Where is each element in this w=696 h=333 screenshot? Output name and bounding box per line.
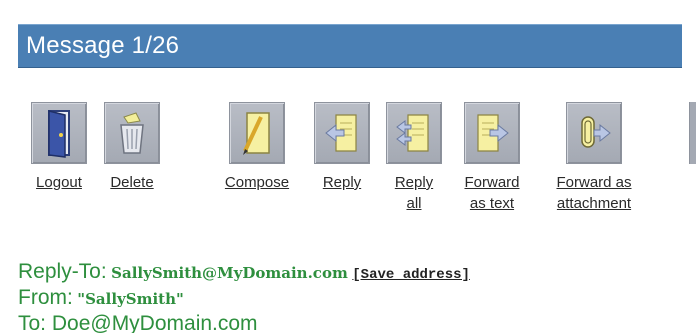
message-toolbar: Logout Delete Compose Reply Reply all Fo… xyxy=(0,102,696,226)
reply-all-label-line2[interactable]: all xyxy=(382,193,446,214)
clipped-toolbar-icon[interactable] xyxy=(689,102,696,164)
forward-as-attachment-button[interactable]: Forward as attachment xyxy=(538,102,650,214)
reply-all-icon xyxy=(386,102,442,164)
reply-all-label-line1[interactable]: Reply xyxy=(382,172,446,193)
forward-as-text-button[interactable]: Forward as text xyxy=(452,102,532,214)
title-bar: Message 1/26 xyxy=(18,24,682,68)
forward-as-attachment-label-line2[interactable]: attachment xyxy=(538,193,650,214)
reply-button[interactable]: Reply xyxy=(308,102,376,193)
webmail-message-view: Message 1/26 Logout Delete Compose Reply… xyxy=(0,0,696,333)
reply-to-label: Reply-To: xyxy=(18,260,107,283)
forward-as-attachment-label-line1[interactable]: Forward as xyxy=(538,172,650,193)
from-row: From: "SallySmith" xyxy=(18,285,688,311)
door-icon xyxy=(31,102,87,164)
to-row: To: Doe@MyDomain.com xyxy=(18,311,688,333)
reply-icon xyxy=(314,102,370,164)
delete-label[interactable]: Delete xyxy=(96,172,168,193)
reply-to-address: SallySmith@MyDomain.com xyxy=(111,264,348,282)
from-label: From: xyxy=(18,286,73,309)
from-value: "SallySmith" xyxy=(77,290,184,308)
reply-all-button[interactable]: Reply all xyxy=(382,102,446,214)
forward-as-text-label-line2[interactable]: as text xyxy=(452,193,532,214)
reply-to-row: Reply-To: SallySmith@MyDomain.com [Save … xyxy=(18,259,688,285)
logout-label[interactable]: Logout xyxy=(24,172,94,193)
forward-as-text-label-line1[interactable]: Forward xyxy=(452,172,532,193)
message-headers: Reply-To: SallySmith@MyDomain.com [Save … xyxy=(18,259,688,333)
reply-label[interactable]: Reply xyxy=(308,172,376,193)
compose-button[interactable]: Compose xyxy=(211,102,303,193)
message-counter-title: Message 1/26 xyxy=(26,32,180,59)
compose-label[interactable]: Compose xyxy=(211,172,303,193)
logout-button[interactable]: Logout xyxy=(24,102,94,193)
compose-icon xyxy=(229,102,285,164)
save-address-link[interactable]: [Save address] xyxy=(352,267,470,283)
trash-icon xyxy=(104,102,160,164)
to-line-partial: To: Doe@MyDomain.com xyxy=(18,312,258,333)
delete-button[interactable]: Delete xyxy=(96,102,168,193)
forward-icon xyxy=(464,102,520,164)
forward-attachment-icon xyxy=(566,102,622,164)
